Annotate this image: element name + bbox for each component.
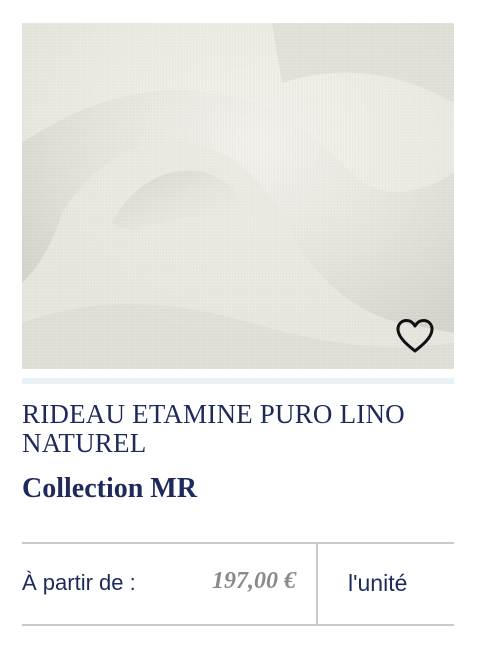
fabric-photo bbox=[22, 23, 454, 369]
price-block: À partir de : 197,00 € bbox=[22, 544, 318, 624]
price-unit-label: l'unité bbox=[348, 570, 408, 596]
image-carousel-progress bbox=[22, 378, 454, 384]
price-row: À partir de : 197,00 € l'unité bbox=[22, 542, 454, 626]
price-from-label: À partir de : bbox=[22, 570, 136, 595]
price-value: 197,00 € bbox=[212, 568, 296, 594]
product-image[interactable] bbox=[22, 23, 454, 369]
product-card[interactable]: RIDEAU ETAMINE PURO LINO NATUREL Collect… bbox=[22, 23, 454, 505]
collection-name: Collection MR bbox=[22, 473, 197, 504]
product-title[interactable]: RIDEAU ETAMINE PURO LINO NATUREL bbox=[22, 400, 454, 458]
favorite-button[interactable] bbox=[393, 316, 437, 356]
heart-outline-icon bbox=[396, 319, 434, 353]
unit-block: l'unité bbox=[318, 544, 454, 624]
